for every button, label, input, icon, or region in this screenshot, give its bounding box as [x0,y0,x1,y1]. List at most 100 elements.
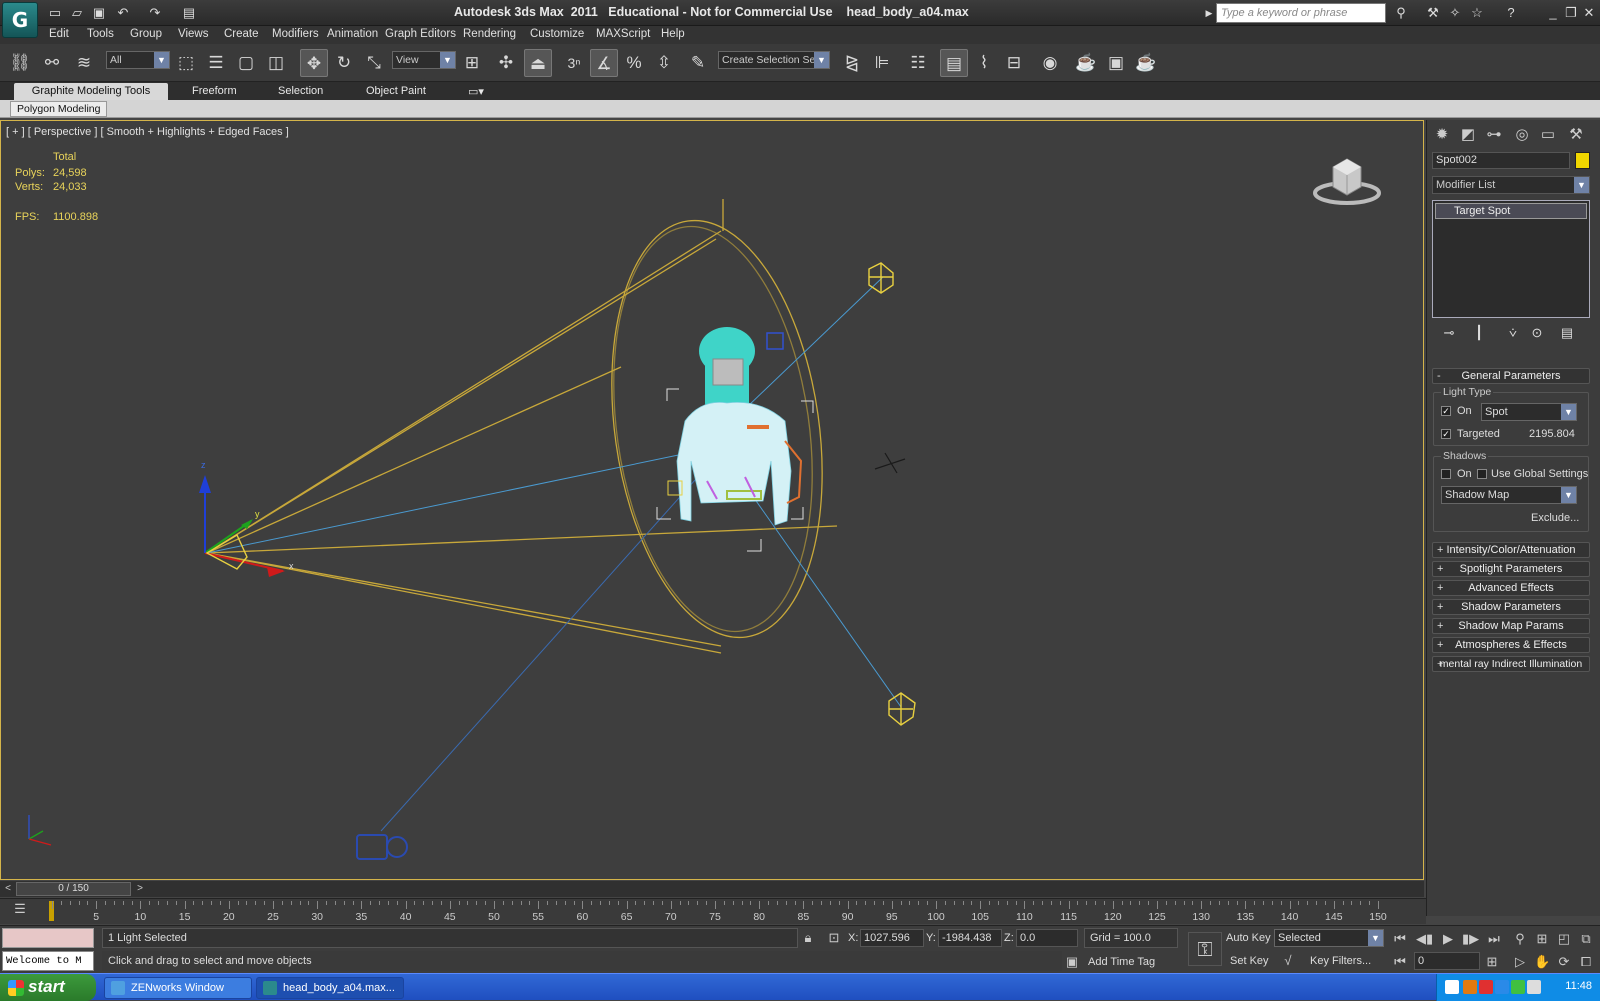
set-key-icon[interactable]: ⚿ [1188,932,1222,966]
key-mode-toggle-icon[interactable]: ⏮ [1392,954,1408,970]
track-bar[interactable]: ☰ 5 10 15 20 25 30 35 40 45 50 55 60 65 70 75 80 85 90 95 1… [0,898,1426,924]
modify-tab-icon[interactable]: ◩ [1457,124,1479,146]
menu-views[interactable]: Views [178,28,208,40]
tray-volume-icon[interactable] [1527,980,1541,994]
menu-maxscript[interactable]: MAXScript [596,28,650,40]
tray-security-icon[interactable] [1479,980,1493,994]
polygon-modeling-panel[interactable]: Polygon Modeling [10,101,108,117]
selection-filter-dropdown[interactable]: All ▼ [106,51,170,69]
tab-freeform[interactable]: Freeform [184,83,245,100]
tray-app-icon[interactable] [1463,980,1477,994]
menu-rendering[interactable]: Rendering [463,28,516,40]
targeted-checkbox[interactable]: ✓ [1441,429,1451,439]
material-editor-icon[interactable]: ◉ [1036,49,1064,77]
unlink-icon[interactable]: ⚯ [38,49,66,77]
tray-arrow-icon[interactable] [1445,980,1459,994]
zoom-extents-icon[interactable]: ◰ [1556,931,1572,947]
menu-create[interactable]: Create [224,28,259,40]
mirror-icon[interactable]: ⧎ [838,49,866,77]
set-key-button[interactable]: Set Key [1230,955,1269,967]
menu-graph-editors[interactable]: Graph Editors [385,28,456,40]
modifier-stack[interactable]: Target Spot [1432,200,1590,318]
y-coordinate-field[interactable]: -1984.438 [938,929,1002,947]
field-of-view-icon[interactable]: ▷ [1512,954,1528,970]
menu-customize[interactable]: Customize [530,28,584,40]
zoom-extents-all-icon[interactable]: ⧉ [1578,931,1594,947]
light-type-dropdown[interactable]: Spot ▼ [1481,403,1577,421]
tray-zenworks-icon[interactable] [1495,980,1509,994]
subscription-icon[interactable]: ⚒ [1424,4,1442,22]
camera-object[interactable] [356,834,408,860]
x-coordinate-field[interactable]: 1027.596 [860,929,924,947]
time-tag-icon[interactable]: ▣ [1064,954,1080,970]
menu-help[interactable]: Help [661,28,685,40]
make-unique-icon[interactable]: ⩒ [1503,323,1523,343]
align-icon[interactable]: ⊫ [868,49,896,77]
menu-animation[interactable]: Animation [327,28,378,40]
ribbon-options-icon[interactable]: ▭▾ [460,83,492,100]
percent-snap-icon[interactable]: % [620,49,648,77]
stack-item-target-spot[interactable]: Target Spot [1435,203,1587,219]
add-time-tag-button[interactable]: Add Time Tag [1088,956,1155,968]
rendered-frame-window-icon[interactable]: ▣ [1102,49,1130,77]
omni-light-top[interactable] [868,262,894,294]
time-slider-thumb[interactable]: 0 / 150 [16,882,131,896]
spotlight-gizmo[interactable]: z y x [199,460,294,577]
auto-key-button[interactable]: Auto Key [1226,932,1271,944]
menu-modifiers[interactable]: Modifiers [272,28,319,40]
use-global-settings-checkbox[interactable] [1477,469,1487,479]
hierarchy-tab-icon[interactable]: ⊶ [1483,124,1505,146]
rollout-atmospheres-effects[interactable]: + Atmospheres & Effects [1432,637,1590,653]
maxscript-listener[interactable] [2,928,94,948]
save-icon[interactable]: ▣ [90,4,108,22]
shadows-on-checkbox[interactable] [1441,469,1451,479]
motion-tab-icon[interactable]: ◎ [1511,124,1533,146]
object-name-field[interactable]: Spot002 [1432,152,1570,169]
pin-stack-icon[interactable]: ⊸ [1439,323,1459,343]
undo-icon[interactable]: ↶ [114,4,132,22]
close-icon[interactable]: ✕ [1580,4,1598,22]
tab-graphite-modeling-tools[interactable]: Graphite Modeling Tools [14,83,168,100]
pivot-center-icon[interactable]: ⊞ [458,49,486,77]
tab-object-paint[interactable]: Object Paint [358,83,434,100]
modifier-list-dropdown[interactable]: Modifier List ▼ [1432,176,1590,194]
next-frame-arrow-icon[interactable]: > [133,882,147,896]
select-and-rotate-icon[interactable]: ↻ [330,49,358,77]
orbit-icon[interactable]: ⟳ [1556,954,1572,970]
layer-manager-icon[interactable]: ☷ [904,49,932,77]
rollout-intensity-color-attenuation[interactable]: + Intensity/Color/Attenuation [1432,542,1590,558]
window-crossing-icon[interactable]: ◫ [262,49,290,77]
spinner-snap-icon[interactable]: ⇳ [650,49,678,77]
rollout-shadow-parameters[interactable]: + Shadow Parameters [1432,599,1590,615]
communication-icon[interactable]: ✧ [1446,4,1464,22]
named-selection-set-input[interactable]: Create Selection Se ▼ [718,51,830,69]
maxscript-mini-listener[interactable]: Welcome to M [2,951,94,971]
select-manipulate-icon[interactable]: ✣ [492,49,520,77]
general-parameters-rollout[interactable]: - General Parameters [1432,368,1590,384]
task-3dsmax[interactable]: head_body_a04.max... [256,977,404,999]
app-menu-button[interactable]: G [2,2,38,38]
absolute-mode-icon[interactable]: ⊡ [826,930,842,946]
select-and-link-icon[interactable]: ⛓ [6,49,34,77]
shadow-type-dropdown[interactable]: Shadow Map ▼ [1441,486,1577,504]
lock-selection-icon[interactable]: 🔒︎ [800,930,816,946]
render-setup-icon[interactable]: ☕ [1072,49,1100,77]
angle-snap-icon[interactable]: ∡ [590,49,618,77]
light-on-checkbox[interactable]: ✓ [1441,406,1451,416]
select-and-scale-icon[interactable]: ⤡ [360,49,388,77]
select-by-name-icon[interactable]: ☰ [202,49,230,77]
time-slider[interactable]: < 0 / 150 > [0,881,1424,897]
go-to-start-icon[interactable]: ⏮ [1392,931,1408,947]
go-to-end-icon[interactable]: ⏭ [1486,931,1502,947]
prev-frame-arrow-icon[interactable]: < [1,882,15,896]
help-icon[interactable]: ? [1502,4,1520,22]
key-mode-dropdown[interactable]: Selected ▼ [1274,929,1384,947]
tab-selection[interactable]: Selection [270,83,331,100]
object-color-swatch[interactable] [1575,152,1590,169]
viewcube[interactable] [1313,153,1383,209]
create-tab-icon[interactable]: ✹ [1431,124,1453,146]
default-tangents-icon[interactable]: √ [1280,953,1296,968]
rollout-spotlight-parameters[interactable]: + Spotlight Parameters [1432,561,1590,577]
display-tab-icon[interactable]: ▭ [1537,124,1559,146]
maximize-viewport-icon[interactable]: ⧠ [1578,954,1594,970]
